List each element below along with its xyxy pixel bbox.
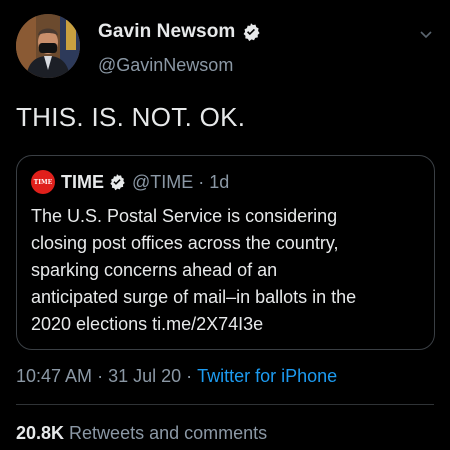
quoted-display-name: TIME xyxy=(61,171,104,192)
time-logo-icon: TIME xyxy=(31,170,55,194)
quoted-tweet-body: The U.S. Postal Service is considering c… xyxy=(31,203,427,338)
chevron-down-icon[interactable] xyxy=(418,26,434,42)
author-name-row[interactable]: Gavin Newsom xyxy=(98,21,261,43)
author-handle[interactable]: @GavinNewsom xyxy=(98,55,233,76)
retweets-count: 20.8K xyxy=(16,423,65,443)
quoted-body-line: 2020 elections ti.me/2X74I3e xyxy=(31,314,264,334)
quoted-tweet-header: TIME TIME @TIME · 1d xyxy=(31,170,229,194)
separator-dot: · xyxy=(186,366,193,386)
author-display-name[interactable]: Gavin Newsom xyxy=(98,21,235,43)
quoted-tweet-card[interactable]: TIME TIME @TIME · 1d The U.S. Postal Ser… xyxy=(16,155,435,350)
retweets-label: Retweets and comments xyxy=(69,423,268,443)
tweet-text: THIS. IS. NOT. OK. xyxy=(16,102,246,132)
quoted-time-ago: 1d xyxy=(209,171,230,192)
tweet-meta: 10:47 AM · 31 Jul 20 · Twitter for iPhon… xyxy=(16,366,337,387)
tweet-detail: Gavin Newsom @GavinNewsom THIS. IS. NOT.… xyxy=(0,0,450,450)
retweets-stats[interactable]: 20.8K Retweets and comments xyxy=(16,423,267,444)
tweet-source-link[interactable]: Twitter for iPhone xyxy=(197,366,337,387)
verified-badge-icon xyxy=(241,22,261,42)
quoted-body-line: anticipated surge of mail–in ballots in … xyxy=(31,287,357,307)
divider xyxy=(16,404,434,405)
separator-dot: · xyxy=(97,366,104,386)
quoted-body-line: The U.S. Postal Service is considering xyxy=(31,206,338,226)
quoted-body-line: closing post offices across the country, xyxy=(31,233,339,253)
tweet-date[interactable]: 31 Jul 20 xyxy=(108,366,181,387)
quoted-handle: @TIME xyxy=(132,171,194,192)
avatar-image xyxy=(16,14,80,78)
quoted-body-line: sparking concerns ahead of an xyxy=(31,260,278,280)
verified-badge-icon xyxy=(108,173,126,191)
separator-dot: · xyxy=(198,171,205,192)
avatar[interactable] xyxy=(16,14,80,78)
tweet-time[interactable]: 10:47 AM xyxy=(16,366,92,387)
